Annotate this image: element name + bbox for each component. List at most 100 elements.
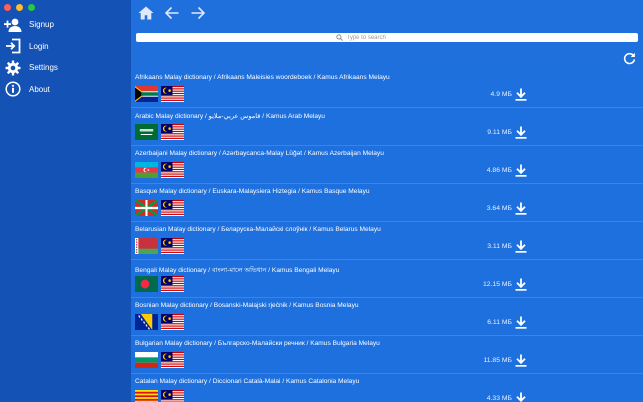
dictionary-title: Afrikaans Malay dictionary / Afrikaans M… [135,74,390,81]
download-button[interactable] [514,163,528,177]
back-button[interactable] [162,4,182,22]
file-size: 4.9 MБ [490,91,512,98]
source-flag-icon [135,162,158,178]
sidebar-item-login[interactable]: Login [0,36,131,58]
sidebar-item-label: Login [29,41,49,51]
dictionary-row[interactable]: Bengali Malay dictionary / বাংলা-মালে অভ… [131,260,643,298]
download-icon [516,392,526,402]
flag-pair [135,162,184,178]
sidebar-item-label: Signup [29,20,54,30]
home-button[interactable] [136,4,156,22]
source-flag-icon [135,238,158,254]
download-button[interactable] [514,87,528,101]
flag-pair [135,314,184,330]
source-flag-icon [135,276,158,292]
flag-pair [135,238,184,254]
minimize-window-button[interactable] [16,4,23,11]
dictionary-row[interactable]: Azerbaijani Malay dictionary / Azərbayca… [131,146,643,184]
forward-button[interactable] [188,4,208,22]
refresh-icon [623,52,635,64]
malaysia-flag-icon [161,314,184,330]
source-flag-icon [135,200,158,216]
download-icon [515,316,527,329]
malaysia-flag-icon [161,238,184,254]
dictionary-title: Bengali Malay dictionary / বাংলা-মালে অভ… [135,267,340,274]
download-icon [515,126,527,139]
forward-arrow-icon [191,6,206,20]
file-size: 9.11 MБ [487,129,512,136]
dictionary-title: Arabic Malay dictionary / قاموس عربي-ملا… [135,113,325,120]
back-arrow-icon [164,6,179,20]
download-icon [515,240,527,253]
malaysia-flag-icon [161,390,184,402]
dictionary-row[interactable]: Arabic Malay dictionary / قاموس عربي-ملا… [131,108,643,146]
home-icon [138,6,154,20]
sidebar-item-about[interactable]: About [0,79,131,101]
sidebar-item-signup[interactable]: Signup [0,14,131,36]
flag-pair [135,276,184,292]
download-icon [515,278,527,291]
file-size: 3.11 MБ [487,243,512,250]
source-flag-icon [135,352,158,368]
login-icon [4,37,22,55]
close-window-button[interactable] [4,4,11,11]
download-icon [515,202,527,215]
malaysia-flag-icon [161,276,184,292]
dictionary-row[interactable]: Belarusian Malay dictionary / Беларуска-… [131,222,643,260]
add-user-icon [4,16,22,34]
dictionary-title: Basque Malay dictionary / Euskara-Malays… [135,188,370,195]
source-flag-icon [135,124,158,140]
sidebar: Signup Login Settings About [0,0,131,402]
malaysia-flag-icon [161,352,184,368]
source-flag-icon [135,314,158,330]
info-icon [4,80,22,98]
download-button[interactable] [514,125,528,139]
dictionary-title: Belarusian Malay dictionary / Беларуска-… [135,226,381,233]
flag-pair [135,352,184,368]
dictionary-row[interactable]: Basque Malay dictionary / Euskara-Malays… [131,184,643,222]
file-size: 6.11 MБ [487,319,512,326]
download-button[interactable] [514,239,528,253]
malaysia-flag-icon [161,86,184,102]
dictionary-row[interactable]: Afrikaans Malay dictionary / Afrikaans M… [131,70,643,108]
malaysia-flag-icon [161,162,184,178]
download-button[interactable] [514,391,528,402]
download-icon [515,88,527,101]
dictionary-list: Afrikaans Malay dictionary / Afrikaans M… [131,70,643,402]
search-icon [335,34,343,41]
search-bar[interactable] [136,33,638,42]
toolbar [136,4,208,22]
malaysia-flag-icon [161,124,184,140]
dictionary-row[interactable]: Bulgarian Malay dictionary / Българско-М… [131,336,643,374]
dictionary-row[interactable]: Catalan Malay dictionary / Diccionari Ca… [131,374,643,402]
file-size: 4.33 MБ [486,395,512,402]
download-icon [515,354,527,367]
dictionary-row[interactable]: Bosnian Malay dictionary / Bosanski-Mala… [131,298,643,336]
download-button[interactable] [514,277,528,291]
sidebar-item-label: About [29,84,50,94]
download-icon [515,164,527,177]
dictionary-title: Azerbaijani Malay dictionary / Azərbayca… [135,150,384,157]
flag-pair [135,390,184,402]
gear-icon [4,59,22,77]
file-size: 11.85 MБ [483,357,512,364]
download-button[interactable] [514,315,528,329]
zoom-window-button[interactable] [28,4,35,11]
sidebar-nav: Signup Login Settings About [0,14,131,100]
window-controls [4,4,35,11]
search-input[interactable] [344,33,439,42]
file-size: 3.64 MБ [486,205,512,212]
file-size: 4.86 MБ [486,167,512,174]
malaysia-flag-icon [161,200,184,216]
dictionary-title: Catalan Malay dictionary / Diccionari Ca… [135,378,360,385]
flag-pair [135,124,184,140]
dictionary-title: Bulgarian Malay dictionary / Българско-М… [135,340,380,347]
flag-pair [135,86,184,102]
refresh-button[interactable] [621,50,637,66]
sidebar-item-settings[interactable]: Settings [0,57,131,79]
download-button[interactable] [514,201,528,215]
sidebar-item-label: Settings [29,63,58,73]
download-button[interactable] [514,353,528,367]
dictionary-title: Bosnian Malay dictionary / Bosanski-Mala… [135,302,359,309]
source-flag-icon [135,86,158,102]
